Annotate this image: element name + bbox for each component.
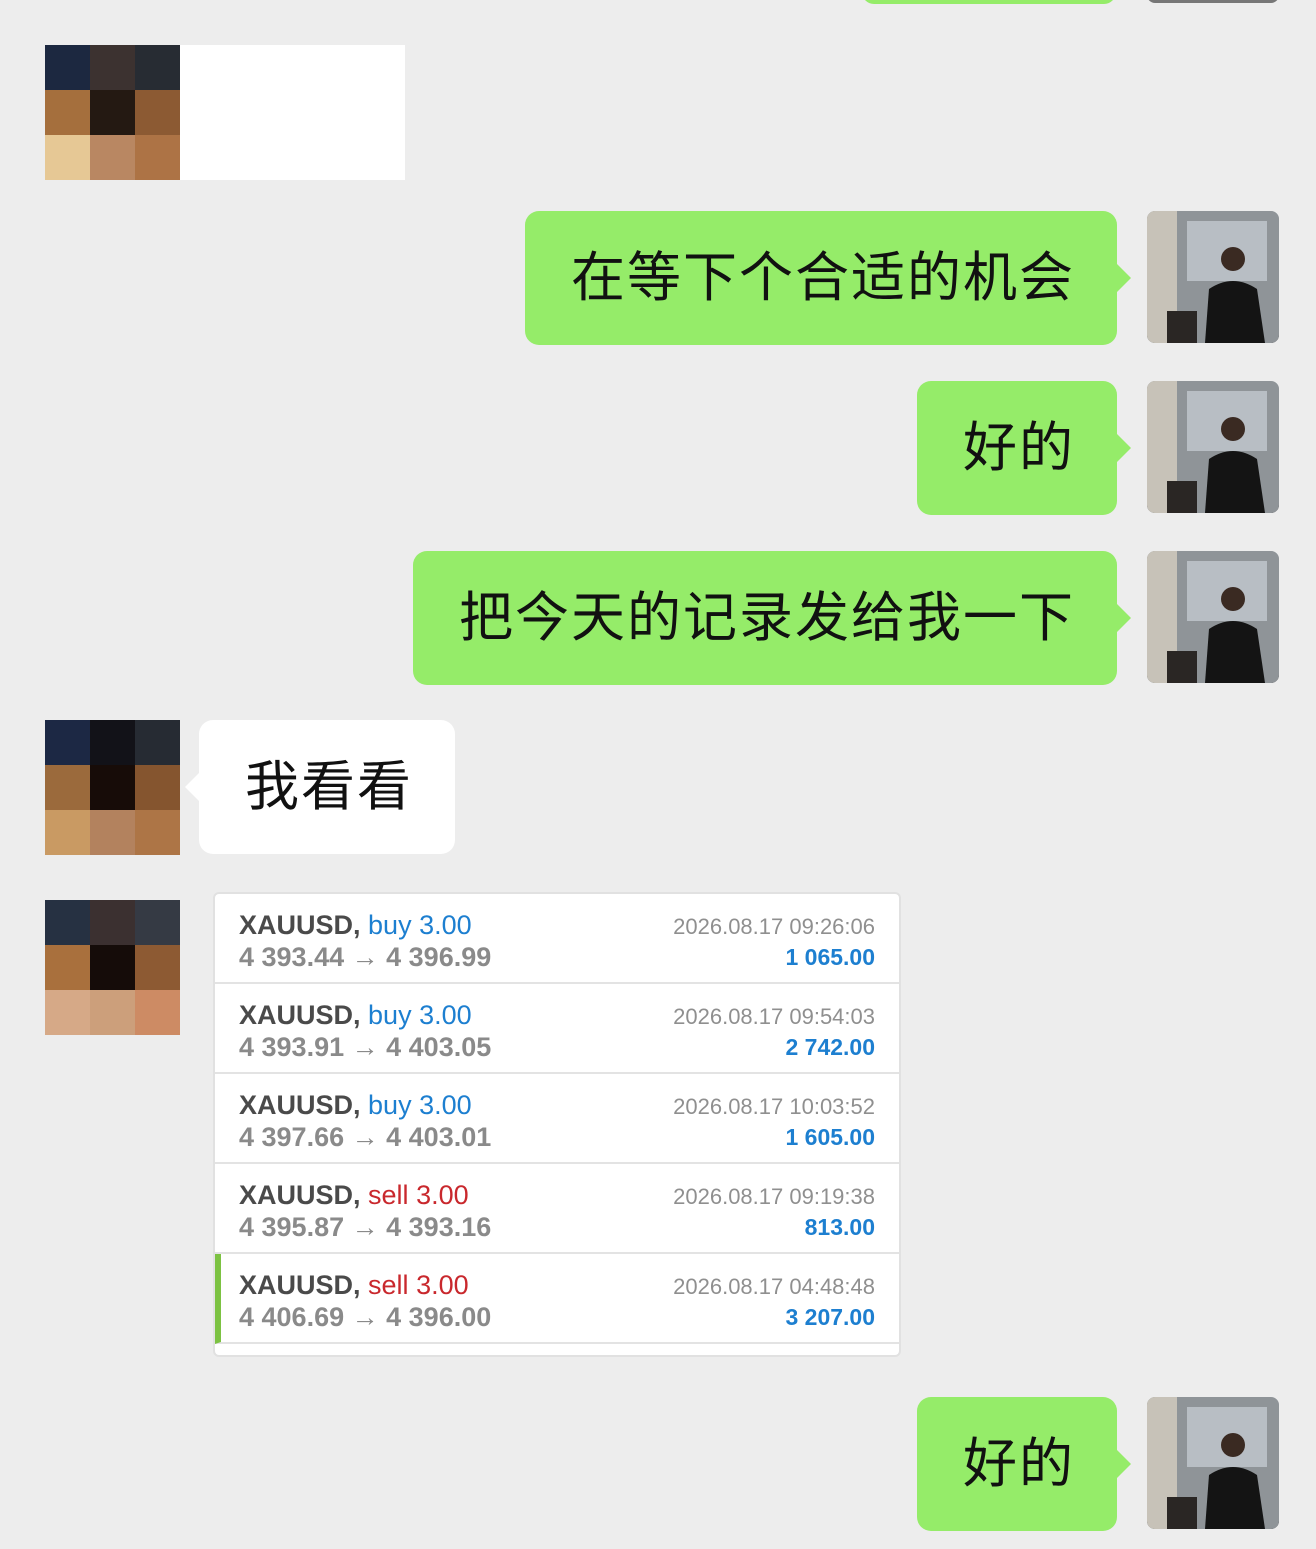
trade-close-price: 4 403.05 [386,1032,492,1062]
self-avatar[interactable] [1147,551,1279,683]
trade-open-price: 4 395.87 [239,1212,345,1242]
message-text: 好的 [963,416,1075,479]
trade-open-price: 4 393.44 [239,942,345,972]
trade-direction: buy [368,910,412,940]
trade-profit: 1 605.00 [785,1124,875,1150]
person-photo-icon [1147,381,1279,513]
trade-row: XAUUSD, buy 3.00 4 397.66 → 4 403.01 202… [215,1074,899,1164]
contact-avatar[interactable] [45,45,180,180]
trade-history-image[interactable]: XAUUSD, buy 3.00 4 393.44 → 4 396.99 202… [213,892,901,1357]
self-avatar[interactable] [1147,381,1279,513]
trade-profit: 813.00 [804,1214,875,1240]
trade-close-price: 4 403.01 [386,1122,492,1152]
message-bubble-let-me-see[interactable]: 我看看 [185,720,455,854]
trade-row: XAUUSD, buy 3.00 4 393.91 → 4 403.05 202… [215,984,899,1074]
trade-direction: buy [368,1090,412,1120]
trade-symbol: XAUUSD, [239,1270,361,1300]
arrow-right-icon: → [351,942,379,972]
message-text: 我看看 [245,755,413,818]
trade-time: 2026.08.17 09:54:03 [673,1004,875,1029]
trade-close-price: 4 393.16 [386,1212,492,1242]
trade-time: 2026.08.17 09:19:38 [673,1184,875,1209]
trade-lots: 3.00 [416,1270,469,1300]
trade-time: 2026.08.17 09:26:06 [673,914,875,939]
trade-time: 2026.08.17 10:03:52 [673,1094,875,1119]
trade-close-price: 4 396.00 [386,1302,492,1332]
partial-bubble-top [862,0,1116,4]
trade-row: XAUUSD, sell 3.00 4 395.87 → 4 393.16 20… [215,1164,899,1254]
trade-lots: 3.00 [419,1000,472,1030]
contact-avatar[interactable] [45,720,180,855]
arrow-right-icon: → [351,1032,379,1062]
message-bubble-ok-1[interactable]: 好的 [917,381,1131,515]
trade-open-price: 4 406.69 [239,1302,345,1332]
self-avatar[interactable] [1147,211,1279,343]
trade-row-selected: XAUUSD, sell 3.00 4 406.69 → 4 396.00 20… [215,1254,899,1344]
trade-direction: buy [368,1000,412,1030]
person-photo-icon [1147,211,1279,343]
message-text: 把今天的记录发给我一下 [459,586,1075,649]
trade-close-price: 4 396.99 [386,942,492,972]
message-text: 好的 [963,1432,1075,1495]
trade-open-price: 4 397.66 [239,1122,345,1152]
arrow-right-icon: → [351,1212,379,1242]
trade-open-price: 4 393.91 [239,1032,345,1062]
trade-symbol: XAUUSD, [239,1000,361,1030]
contact-avatar[interactable] [45,900,180,1035]
person-photo-icon [1147,551,1279,683]
message-bubble-waiting[interactable]: 在等下个合适的机会 [525,211,1131,345]
message-bubble-send-record[interactable]: 把今天的记录发给我一下 [413,551,1131,685]
trade-lots: 3.00 [419,1090,472,1120]
trade-symbol: XAUUSD, [239,1180,361,1210]
person-photo-icon [1147,1397,1279,1529]
trade-lots: 3.00 [416,1180,469,1210]
blank-message-card[interactable] [180,45,405,180]
partial-avatar-top [1147,0,1279,3]
trade-direction: sell [368,1270,409,1300]
trade-row: XAUUSD, buy 3.00 4 393.44 → 4 396.99 202… [215,894,899,984]
self-avatar[interactable] [1147,1397,1279,1529]
message-text: 在等下个合适的机会 [571,246,1075,309]
trade-profit: 2 742.00 [785,1034,875,1060]
trade-symbol: XAUUSD, [239,910,361,940]
trade-direction: sell [368,1180,409,1210]
trade-profit: 3 207.00 [785,1304,875,1330]
trade-symbol: XAUUSD, [239,1090,361,1120]
trade-profit: 1 065.00 [785,944,875,970]
message-bubble-ok-2[interactable]: 好的 [917,1397,1131,1531]
trade-time: 2026.08.17 04:48:48 [673,1274,875,1299]
arrow-right-icon: → [351,1302,379,1332]
arrow-right-icon: → [351,1122,379,1152]
trade-lots: 3.00 [419,910,472,940]
